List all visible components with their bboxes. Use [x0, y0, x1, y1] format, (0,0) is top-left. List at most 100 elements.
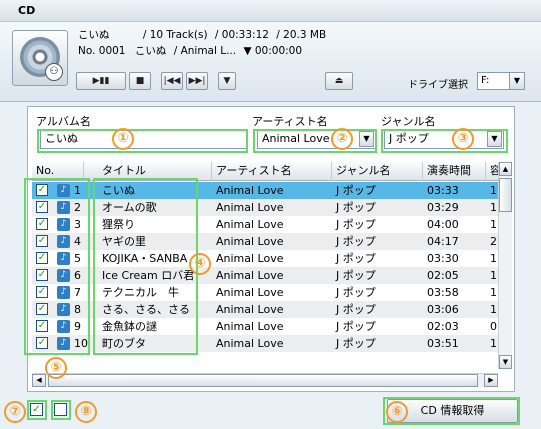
track-checkbox[interactable]: ✓ — [36, 184, 48, 196]
track-genre[interactable]: J ポップ — [332, 335, 423, 352]
next-track-button[interactable]: ▶▶| — [186, 72, 208, 90]
info-line-2: No. 0001 こいぬ / Animal L... ▼ 00:00:00 — [78, 43, 302, 58]
track-artist[interactable]: Animal Love — [212, 318, 332, 335]
track-genre[interactable]: J ポップ — [332, 216, 423, 233]
check-all-checkbox[interactable]: ✓ — [30, 403, 43, 416]
scroll-thumb[interactable] — [48, 374, 478, 387]
artist-select[interactable]: Animal Love ▼ — [257, 129, 376, 149]
vertical-scrollbar[interactable]: ▲ ▼ — [498, 162, 512, 369]
track-title[interactable]: ヤギの里 — [98, 233, 212, 250]
track-artist[interactable]: Animal Love — [212, 335, 332, 352]
table-row[interactable]: ✓ ♪ 7 テクニカル 牛 Animal Love J ポップ 03:58 1 — [32, 284, 498, 301]
callout-3: ③ — [452, 128, 474, 150]
track-checkbox[interactable]: ✓ — [36, 337, 48, 349]
column-header-artist[interactable]: アーティスト名 — [212, 162, 332, 181]
drive-select[interactable]: F: ▼ — [477, 72, 525, 90]
import-icon: ⚇ — [45, 63, 63, 81]
track-title[interactable]: テクニカル 牛 — [98, 284, 212, 301]
track-genre[interactable]: J ポップ — [332, 318, 423, 335]
track-artist[interactable]: Animal Love — [212, 267, 332, 284]
track-title[interactable]: 町のブタ — [98, 335, 212, 352]
callout-4: ④ — [189, 253, 211, 275]
table-row[interactable]: ✓ ♪ 9 金魚鉢の謎 Animal Love J ポップ 02:03 0 — [32, 318, 498, 335]
chevron-down-icon: ▼ — [509, 73, 524, 89]
track-checkbox[interactable]: ✓ — [36, 218, 48, 230]
track-artist[interactable]: Animal Love — [212, 233, 332, 250]
track-editor-panel: アルバム名 こいぬ アーティスト名 Animal Love ▼ ジャンル名 J … — [27, 106, 515, 392]
eject-button[interactable]: ⏏ — [325, 72, 353, 90]
table-row[interactable]: ✓ ♪ 4 ヤギの里 Animal Love J ポップ 04:17 2 — [32, 233, 498, 250]
track-artist[interactable]: Animal Love — [212, 216, 332, 233]
column-header-size[interactable]: 容 — [486, 162, 498, 181]
artist-select-value: Animal Love — [262, 132, 330, 145]
album-name-field[interactable]: こいぬ — [40, 129, 247, 149]
track-artist[interactable]: Animal Love — [212, 182, 332, 199]
album-label: アルバム名 — [36, 115, 91, 128]
scroll-down-icon[interactable]: ▼ — [499, 355, 512, 369]
track-genre[interactable]: J ポップ — [332, 233, 423, 250]
track-no: 1 — [74, 184, 81, 197]
track-checkbox[interactable]: ✓ — [36, 286, 48, 298]
horizontal-scrollbar[interactable]: ◀ ▶ — [32, 373, 498, 387]
callout-1: ① — [112, 128, 134, 150]
track-duration: 02:05 — [427, 269, 459, 282]
stop-button[interactable]: ■ — [129, 72, 151, 90]
scroll-right-icon[interactable]: ▶ — [484, 374, 498, 387]
play-pause-button[interactable]: ▶▮▮ — [76, 72, 126, 90]
column-header-no[interactable]: No. — [32, 162, 84, 181]
table-row[interactable]: ✓ ♪ 6 Ice Cream ロバ君 Animal Love J ポップ 02:05 1 — [32, 267, 498, 284]
table-row[interactable]: ✓ ♪ 10 町のブタ Animal Love J ポップ 03:51 1 — [32, 335, 498, 352]
track-duration: 02:03 — [427, 320, 459, 333]
table-row[interactable]: ✓ ♪ 1 こいぬ Animal Love J ポップ 03:33 1 — [32, 182, 498, 199]
track-artist[interactable]: Animal Love — [212, 301, 332, 318]
chevron-down-icon: ▼ — [359, 131, 374, 147]
track-artist[interactable]: Animal Love — [212, 284, 332, 301]
table-row[interactable]: ✓ ♪ 3 狸祭り Animal Love J ポップ 04:00 1 — [32, 216, 498, 233]
track-checkbox[interactable]: ✓ — [36, 235, 48, 247]
genre-select[interactable]: J ポップ ▼ — [384, 129, 504, 149]
track-checkbox[interactable]: ✓ — [36, 252, 48, 264]
track-genre[interactable]: J ポップ — [332, 267, 423, 284]
scroll-thumb[interactable] — [499, 178, 512, 212]
callout-2: ② — [331, 128, 353, 150]
drive-select-value: F: — [481, 75, 490, 86]
track-genre[interactable]: J ポップ — [332, 250, 423, 267]
table-row[interactable]: ✓ ♪ 8 さる、さる、さる Animal Love J ポップ 03:06 1 — [32, 301, 498, 318]
track-title[interactable]: オームの歌 — [98, 199, 212, 216]
track-checkbox[interactable]: ✓ — [36, 320, 48, 332]
track-title[interactable]: こいぬ — [98, 182, 212, 199]
track-duration: 04:00 — [427, 218, 459, 231]
uncheck-all-checkbox[interactable]: ✓ — [54, 403, 67, 416]
track-genre[interactable]: J ポップ — [332, 199, 423, 216]
track-checkbox[interactable]: ✓ — [36, 269, 48, 281]
track-title[interactable]: 金魚鉢の謎 — [98, 318, 212, 335]
table-row[interactable]: ✓ ♪ 2 オームの歌 Animal Love J ポップ 03:29 1 — [32, 199, 498, 216]
table-row[interactable]: ✓ ♪ 5 KOJIKA・SANBA Animal Love J ポップ 03:30 1 — [32, 250, 498, 267]
track-checkbox[interactable]: ✓ — [36, 303, 48, 315]
column-header-duration[interactable]: 演奏時間 — [423, 162, 486, 181]
previous-track-button[interactable]: |◀◀ — [161, 72, 183, 90]
track-size: 1 — [490, 269, 497, 282]
track-genre[interactable]: J ポップ — [332, 182, 423, 199]
track-artist[interactable]: Animal Love — [212, 199, 332, 216]
music-note-icon: ♪ — [57, 184, 70, 197]
info-line-1: こいぬ / 10 Track(s) / 00:33:12 / 20.3 MB — [78, 27, 326, 42]
music-note-icon: ♪ — [57, 286, 70, 299]
menu-dropdown-button[interactable]: ▼ — [218, 72, 236, 90]
callout-6: ⑥ — [386, 401, 408, 423]
music-note-icon: ♪ — [57, 235, 70, 248]
track-checkbox[interactable]: ✓ — [36, 201, 48, 213]
column-header-title[interactable]: タイトル — [98, 162, 212, 181]
track-title[interactable]: さる、さる、さる — [98, 301, 212, 318]
scroll-up-icon[interactable]: ▲ — [499, 162, 512, 176]
callout-7: ⑦ — [4, 401, 26, 423]
track-genre[interactable]: J ポップ — [332, 301, 423, 318]
track-size: 2 — [490, 235, 497, 248]
track-artist[interactable]: Animal Love — [212, 250, 332, 267]
track-number-readout: No. 0001 — [78, 45, 126, 57]
column-header-genre[interactable]: ジャンル名 — [332, 162, 423, 181]
track-genre[interactable]: J ポップ — [332, 284, 423, 301]
scroll-left-icon[interactable]: ◀ — [32, 374, 46, 387]
album-title-readout: こいぬ — [78, 29, 110, 41]
track-title[interactable]: 狸祭り — [98, 216, 212, 233]
